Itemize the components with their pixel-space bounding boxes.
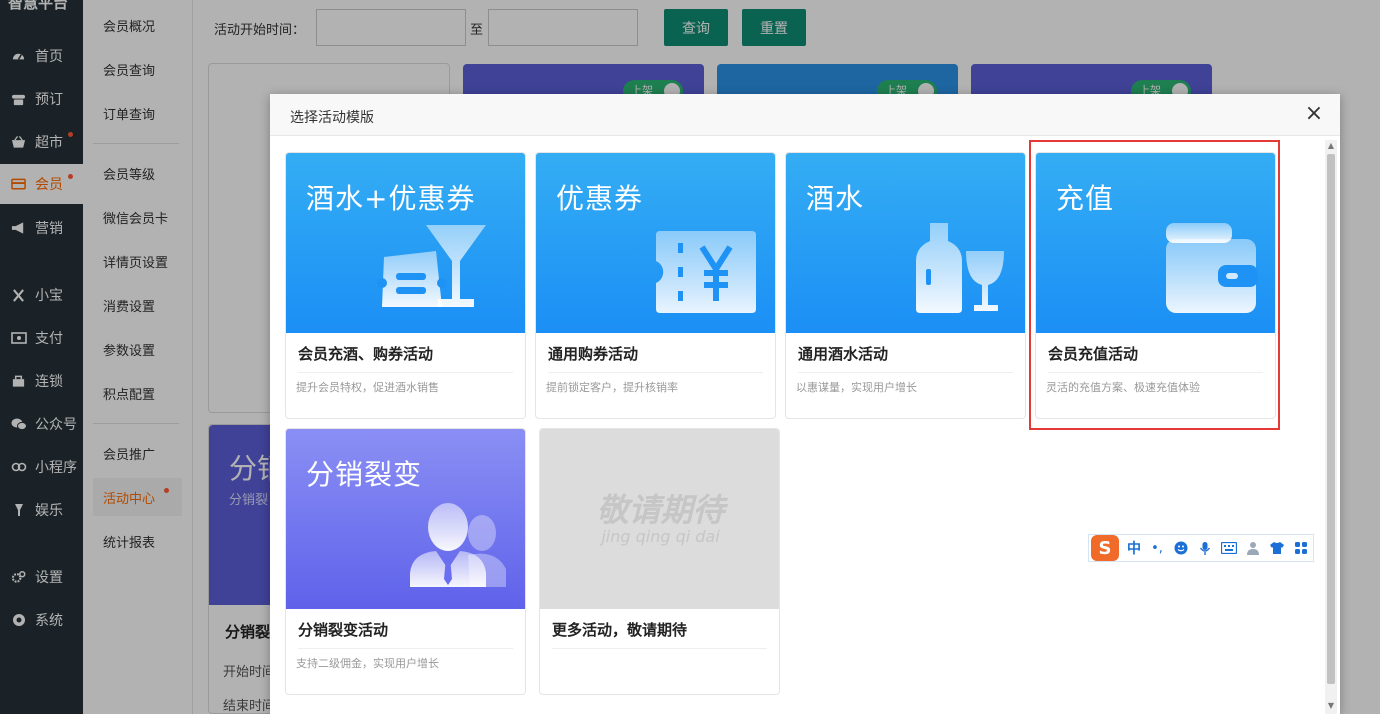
template-card-banner: 酒水+优惠券 bbox=[286, 153, 525, 333]
template-card-title: 优惠券 bbox=[556, 182, 644, 215]
modal-title: 选择活动模版 bbox=[290, 110, 374, 126]
shirt-icon[interactable] bbox=[1269, 540, 1285, 556]
template-card-coupon[interactable]: 优惠券 通用购券活动 提前锁定客户，提升核销率 bbox=[535, 152, 776, 419]
template-card-name: 会员充酒、购券活动 bbox=[298, 345, 434, 363]
ime-toolbar[interactable]: S 中 •, bbox=[1088, 534, 1314, 562]
divider bbox=[298, 372, 513, 373]
template-card-name: 更多活动，敬请期待 bbox=[552, 621, 688, 639]
selection-highlight bbox=[1029, 140, 1280, 430]
scroll-thumb[interactable] bbox=[1327, 154, 1335, 684]
scroll-down-icon[interactable]: ▼ bbox=[1327, 702, 1335, 710]
scroll-up-icon[interactable]: ▲ bbox=[1327, 142, 1335, 150]
template-card-banner: 敬请期待 jing qing qi dai bbox=[540, 429, 779, 609]
template-card-coming-soon: 敬请期待 jing qing qi dai 更多活动，敬请期待 bbox=[539, 428, 780, 695]
template-card-name: 分销裂变活动 bbox=[298, 621, 389, 639]
close-icon[interactable]: × bbox=[1304, 103, 1324, 125]
template-card-desc: 提升会员特权，促进酒水销售 bbox=[296, 381, 439, 394]
coming-soon-pinyin: jing qing qi dai bbox=[601, 527, 720, 546]
template-card-banner: 优惠券 bbox=[536, 153, 775, 333]
template-card-distribution[interactable]: 分销裂变 分销裂变活动 支持二级佣金，实现用户增长 bbox=[285, 428, 526, 695]
emoji-icon[interactable] bbox=[1173, 540, 1189, 556]
divider bbox=[548, 372, 763, 373]
cocktail-coupon-icon bbox=[377, 225, 486, 307]
ime-logo[interactable]: S bbox=[1091, 535, 1119, 561]
yen-ticket-icon bbox=[656, 231, 756, 313]
template-card-desc: 支持二级佣金，实现用户增长 bbox=[296, 657, 439, 670]
grid-menu-icon[interactable] bbox=[1293, 540, 1309, 556]
template-card-desc: 以惠谋量，实现用户增长 bbox=[796, 381, 917, 394]
ime-mode-toggle[interactable]: 中 bbox=[1127, 538, 1141, 558]
coming-soon-text: 敬请期待 bbox=[596, 491, 725, 529]
template-card-wine[interactable]: 酒水 通用酒水活动 以惠谋量，实现用户增长 bbox=[785, 152, 1026, 419]
microphone-icon[interactable] bbox=[1197, 540, 1213, 556]
divider bbox=[552, 648, 767, 649]
bottle-glass-icon bbox=[916, 223, 1004, 313]
user-icon[interactable] bbox=[1245, 540, 1261, 556]
divider bbox=[798, 372, 1013, 373]
modal-scrollbar[interactable]: ▲ ▼ bbox=[1325, 140, 1337, 714]
template-card-name: 通用酒水活动 bbox=[798, 345, 889, 363]
template-card-title: 酒水+优惠券 bbox=[306, 182, 476, 215]
template-card-title: 酒水 bbox=[806, 182, 865, 215]
template-card-banner: 分销裂变 bbox=[286, 429, 525, 609]
template-card-banner: 酒水 bbox=[786, 153, 1025, 333]
divider bbox=[298, 648, 513, 649]
template-card-name: 通用购券活动 bbox=[548, 345, 639, 363]
keyboard-icon[interactable] bbox=[1221, 540, 1237, 556]
template-card-desc: 提前锁定客户，提升核销率 bbox=[546, 381, 678, 394]
template-card-title: 分销裂变 bbox=[306, 458, 423, 491]
punctuation-toggle[interactable]: •, bbox=[1149, 540, 1165, 556]
template-card-wine-coupon[interactable]: 酒水+优惠券 会员充酒、购券活动 提升会员特权，促进酒水销售 bbox=[285, 152, 526, 419]
users-icon bbox=[410, 503, 506, 587]
modal-header: 选择活动模版 × bbox=[270, 94, 1340, 136]
